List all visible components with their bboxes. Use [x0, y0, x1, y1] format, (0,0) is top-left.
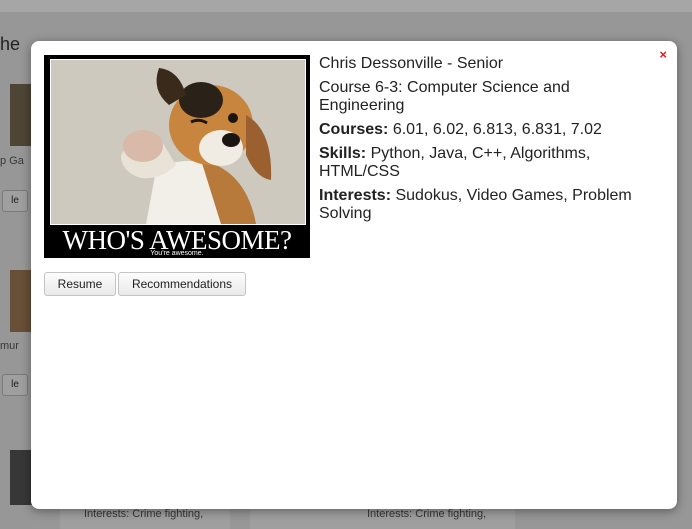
photo-subcaption: You're awesome. — [150, 250, 204, 257]
course-line: Course 6-3: Computer Science and Enginee… — [319, 79, 570, 114]
courses-line: Courses: 6.01, 6.02, 6.813, 6.831, 7.02 — [319, 121, 659, 139]
interests-label: Interests: — [319, 187, 392, 204]
recommendations-button[interactable]: Recommendations — [118, 272, 246, 296]
puppy-illustration — [51, 60, 305, 224]
puppy-image — [50, 59, 306, 225]
skills-line: Skills: Python, Java, C++, Algorithms, H… — [319, 145, 659, 181]
close-icon[interactable]: × — [659, 47, 667, 62]
resume-button[interactable]: Resume — [44, 272, 116, 296]
profile-photo: WHO'S AWESOME? You're awesome. — [44, 55, 310, 258]
profile-modal: × WHO'S AWESOME? You're awesome. Resume … — [31, 41, 677, 509]
interests-line: Interests: Sudokus, Video Games, Problem… — [319, 187, 659, 223]
profile-info: Chris Dessonville - Senior Course 6-3: C… — [319, 55, 659, 229]
courses-label: Courses: — [319, 121, 389, 138]
skills-label: Skills: — [319, 145, 367, 162]
name-line: Chris Dessonville - Senior — [319, 55, 504, 72]
courses-value: 6.01, 6.02, 6.813, 6.831, 7.02 — [392, 121, 602, 138]
